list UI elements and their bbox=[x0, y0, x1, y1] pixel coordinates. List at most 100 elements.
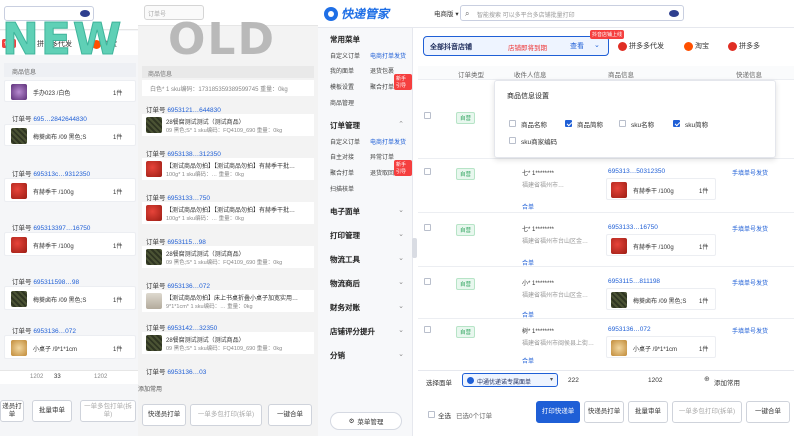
old-order-row[interactable]: 【测试商品勿拍】【测试商品勿拍】有赫季干批… 100g* 1 sku编码：… 重… bbox=[142, 202, 314, 224]
old-order-number[interactable]: 订单号 6953121…644830 bbox=[146, 104, 221, 114]
chevron-up-icon[interactable]: ⌃ bbox=[398, 120, 404, 128]
sidebar-section-after-sales[interactable]: 物流商后 bbox=[330, 278, 360, 289]
old-multi-package-print-button[interactable]: 一单多包打印(拆单) bbox=[190, 404, 262, 426]
row-checkbox[interactable] bbox=[424, 278, 431, 285]
order-card[interactable]: 手办023 /白色 1件 bbox=[4, 80, 136, 102]
merge-link[interactable]: 合单 bbox=[522, 202, 534, 211]
sidebar-item-custom-order[interactable]: 自定义订单 bbox=[330, 51, 360, 60]
product-card[interactable]: 有赫季干 /100g 1件 bbox=[606, 234, 716, 256]
chevron-down-icon[interactable]: ⌄ bbox=[398, 326, 404, 334]
product-card[interactable]: 小桌子 /9*1*1cm 1件 bbox=[606, 336, 716, 358]
old-order-row[interactable]: 28餐腐测试测试（测试商品） 09 黑色;S* 1 sku编码：FQ4109_6… bbox=[142, 114, 314, 136]
chevron-down-icon[interactable]: ⌄ bbox=[398, 206, 404, 214]
manual-ship-link[interactable]: 手填单号发货 bbox=[732, 326, 768, 335]
old-order-number[interactable]: 订单号 6953142…32350 bbox=[146, 322, 217, 332]
sidebar-item-aggregate-print[interactable]: 聚合打单 bbox=[370, 82, 394, 91]
product-card[interactable]: 有赫季干 /100g 1件 bbox=[606, 178, 716, 200]
add-common-link[interactable]: 添加常用 bbox=[714, 377, 740, 387]
order-number[interactable]: 6953115…811198 bbox=[608, 278, 660, 285]
sidebar-item-self-integration[interactable]: 自主对接 bbox=[330, 152, 354, 161]
sidebar-section-shop-rating[interactable]: 店铺评分提升 bbox=[330, 326, 375, 337]
sidebar-section-finance[interactable]: 财务对账 bbox=[330, 302, 360, 313]
chevron-down-icon[interactable]: ⌄ bbox=[398, 254, 404, 262]
menu-management-button[interactable]: ⚙ 菜单管理 bbox=[330, 412, 402, 430]
sidebar-item-scan-verify[interactable]: 扫描核单 bbox=[330, 184, 354, 193]
batch-review-button[interactable]: 批量审单 bbox=[628, 401, 668, 423]
search-toggle-icon[interactable] bbox=[669, 10, 679, 17]
order-card[interactable]: 梅葵卤布 /09 黑色;S 1件 bbox=[4, 286, 136, 310]
platform-select[interactable]: 电商版 ▾ bbox=[434, 8, 459, 18]
old-add-common-link[interactable]: 添加常用 bbox=[138, 384, 162, 393]
tab-pdd-daifa[interactable]: 拼多多代发 bbox=[618, 41, 664, 51]
sidebar-item-ecommerce-print-2[interactable]: 电商打单发货 bbox=[370, 137, 406, 146]
old-order-number[interactable]: 订单号 6953136…03 bbox=[146, 366, 206, 376]
multi-package-print-button[interactable]: 一单多包打单(拆单) bbox=[80, 400, 136, 422]
tab-pdd[interactable]: 拼多多 bbox=[728, 41, 760, 51]
sidebar-item-return-pickup[interactable]: 退货取回 bbox=[370, 168, 394, 177]
sidebar-item-product-management[interactable]: 商品管理 bbox=[330, 98, 354, 107]
tab-taobao[interactable]: 淘宝 bbox=[684, 41, 709, 51]
sidebar-item-template-settings[interactable]: 模板设置 bbox=[330, 82, 354, 91]
row-checkbox[interactable] bbox=[424, 112, 431, 119]
old-order-number[interactable]: 订单号 6953133…750 bbox=[146, 192, 210, 202]
order-number[interactable]: 订单号 695313397…16750 bbox=[12, 222, 90, 232]
chevron-down-icon[interactable]: ⌄ bbox=[398, 302, 404, 310]
sidebar-section-distribution[interactable]: 分销 bbox=[330, 350, 345, 361]
option-checkbox-product-short[interactable] bbox=[565, 120, 572, 127]
option-checkbox-sku-name[interactable] bbox=[619, 120, 626, 127]
old-order-number[interactable]: 订单号 6953138…312350 bbox=[146, 148, 221, 158]
order-card[interactable]: 有赫季干 /100g 1件 bbox=[4, 178, 136, 202]
merge-link[interactable]: 合单 bbox=[522, 356, 534, 365]
order-number[interactable]: 订单号 695313c…9312350 bbox=[12, 168, 90, 178]
old-order-number[interactable]: 订单号 6953136…072 bbox=[146, 280, 210, 290]
sidebar-item-custom-order-2[interactable]: 自定义订单 bbox=[330, 137, 360, 146]
sidebar-section-print[interactable]: 打印管理 bbox=[330, 230, 360, 241]
batch-review-button[interactable]: 批量审单 bbox=[32, 400, 72, 422]
courier-print-button[interactable]: 快递员打单 bbox=[584, 401, 624, 423]
select-all-checkbox[interactable] bbox=[428, 411, 435, 418]
print-express-waybill-button[interactable]: 打印快递单 bbox=[536, 401, 580, 423]
order-card[interactable]: 有赫季干 /100g 1件 bbox=[4, 232, 136, 256]
sidebar-section-waybill[interactable]: 电子面单 bbox=[330, 206, 360, 217]
order-card[interactable]: 梅葵卤布 /09 黑色;S 1件 bbox=[4, 124, 136, 146]
order-number[interactable]: 6953136…072 bbox=[608, 326, 651, 333]
sidebar-item-aggregate-print-2[interactable]: 聚合打单 bbox=[330, 168, 354, 177]
order-number[interactable]: 订单号 695…2842644830 bbox=[12, 113, 87, 123]
order-number[interactable]: 695313…50312350 bbox=[608, 168, 665, 175]
brand-logo[interactable]: 快递管家 bbox=[324, 5, 389, 22]
courier-print-button[interactable]: 递员打单 bbox=[0, 400, 24, 422]
waybill-select[interactable]: 中通优递诺专属面单 ▾ bbox=[462, 373, 558, 387]
option-checkbox-sku-short[interactable] bbox=[673, 120, 680, 127]
plus-icon[interactable]: ⊕ bbox=[704, 375, 710, 383]
old-order-row[interactable]: 【测试商品勿拍】【测试商品勿拍】有赫季干批… 100g* 1 sku编码：… 重… bbox=[142, 158, 314, 180]
sidebar-item-my-waybill[interactable]: 我的面单 bbox=[330, 66, 354, 75]
product-card[interactable]: 梅葵卤布 /09 黑色;S 1件 bbox=[606, 288, 716, 310]
sidebar-collapse-handle[interactable] bbox=[412, 238, 417, 258]
sidebar-section-orders[interactable]: 订单管理 bbox=[330, 120, 360, 131]
promo-banner[interactable]: 全部抖音店铺 店铺即将到期 查看 ⌄ bbox=[423, 36, 609, 56]
row-checkbox[interactable] bbox=[424, 168, 431, 175]
order-number[interactable]: 订单号 6953136…072 bbox=[12, 325, 76, 335]
option-checkbox-product-name[interactable] bbox=[509, 120, 516, 127]
manual-ship-link[interactable]: 手填单号发货 bbox=[732, 278, 768, 287]
row-checkbox[interactable] bbox=[424, 224, 431, 231]
one-click-merge-button[interactable]: 一键合单 bbox=[746, 401, 790, 423]
old-order-number[interactable]: 订单号 6953115…98 bbox=[146, 236, 206, 246]
chevron-down-icon[interactable]: ⌄ bbox=[398, 230, 404, 238]
multi-package-print-button[interactable]: 一单多包打印(拆单) bbox=[672, 401, 742, 423]
order-number[interactable]: 订单号 695311598…98 bbox=[12, 276, 79, 286]
sidebar-item-return-package[interactable]: 退货包裹 bbox=[370, 66, 394, 75]
old-courier-print-button[interactable]: 快递员打单 bbox=[142, 404, 186, 426]
manual-ship-link[interactable]: 手填单号发货 bbox=[732, 168, 768, 177]
old-one-click-merge-button[interactable]: 一键合单 bbox=[268, 404, 312, 426]
option-checkbox-sku-merchant-code[interactable] bbox=[509, 137, 516, 144]
manual-ship-link[interactable]: 手填单号发货 bbox=[732, 224, 768, 233]
sidebar-section-logistics-tools[interactable]: 物流工具 bbox=[330, 254, 360, 265]
promo-view-link[interactable]: 查看 bbox=[570, 41, 584, 51]
old-order-row[interactable]: 28餐腐测试测试（测试商品） 09 黑色;S* 1 sku编码：FQ4109_6… bbox=[142, 332, 314, 354]
old-order-row[interactable]: 28餐腐测试测试（测试商品） 09 黑色;S* 1 sku编码：FQ4109_6… bbox=[142, 246, 314, 268]
sidebar-section-common[interactable]: 常用菜单 bbox=[330, 34, 360, 45]
chevron-down-icon[interactable]: ⌄ bbox=[398, 278, 404, 286]
sidebar-item-abnormal-orders[interactable]: 异常订单 bbox=[370, 152, 394, 161]
old-order-row[interactable]: 白色* 1 sku编码：173185359389599745 重量：0kg bbox=[142, 80, 314, 96]
